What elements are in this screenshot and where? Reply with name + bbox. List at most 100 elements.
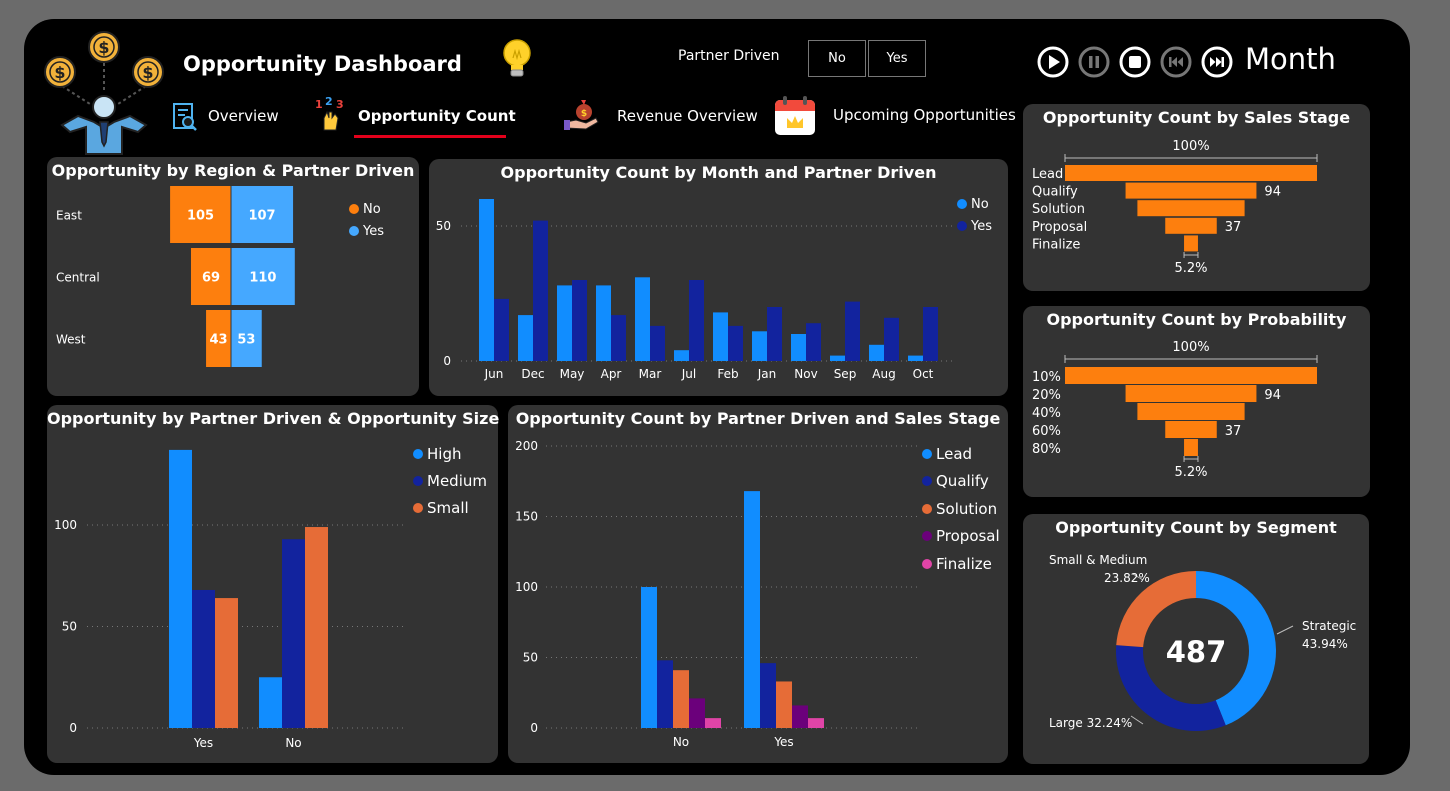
legend-proposal[interactable]: Proposal bbox=[936, 527, 1000, 545]
legend-no[interactable]: No bbox=[363, 202, 381, 217]
y-tick-label: 0 bbox=[530, 721, 538, 735]
data-label: 53 bbox=[237, 333, 255, 348]
funnel-value-label: 37 bbox=[1225, 424, 1242, 439]
play-icon[interactable] bbox=[1037, 46, 1069, 78]
segment-value: 43.94% bbox=[1302, 637, 1348, 651]
bar-no-jan bbox=[752, 331, 767, 361]
count-hand-icon: 1 2 3 bbox=[315, 96, 344, 131]
funnel-bottom-percent: 5.2% bbox=[1174, 261, 1207, 276]
x-tick-label: Aug bbox=[872, 367, 895, 381]
x-tick-label: Mar bbox=[639, 367, 662, 381]
bar-yes-may bbox=[572, 280, 587, 361]
y-tick-label: 100 bbox=[515, 580, 538, 594]
svg-text:$: $ bbox=[581, 109, 587, 119]
funnel-bar-1 bbox=[1125, 385, 1257, 402]
funnel-stage-label: 20% bbox=[1032, 388, 1061, 403]
y-tick-label: 0 bbox=[443, 354, 451, 368]
slicer-option-no[interactable]: No bbox=[808, 40, 866, 77]
legend-high[interactable]: High bbox=[427, 445, 461, 463]
svg-text:$: $ bbox=[98, 38, 109, 57]
stop-icon[interactable] bbox=[1119, 46, 1151, 78]
bar-medium-yes bbox=[192, 589, 215, 728]
bar-yes-jun bbox=[494, 298, 509, 361]
sales-stage-funnel: 100% Lead Qualify 94 Solution Proposal 37 Final… bbox=[1032, 139, 1318, 276]
nav-revenue-overview[interactable]: Revenue Overview bbox=[617, 107, 758, 125]
legend-yes[interactable]: Yes bbox=[971, 219, 992, 234]
region-partner-panel: Opportunity by Region & Partner Driven 1… bbox=[47, 157, 419, 396]
next-icon[interactable] bbox=[1201, 46, 1233, 78]
previous-icon[interactable] bbox=[1160, 46, 1192, 78]
y-tick-label: 200 bbox=[515, 439, 538, 453]
region-label: West bbox=[56, 333, 86, 347]
legend-small[interactable]: Small bbox=[427, 499, 469, 517]
bar-small-yes bbox=[215, 598, 238, 728]
nav-opportunity-count[interactable]: Opportunity Count bbox=[358, 107, 516, 125]
funnel-stage-label: Finalize bbox=[1032, 237, 1080, 252]
legend-medium[interactable]: Medium bbox=[427, 472, 487, 490]
funnel-bar-3 bbox=[1165, 217, 1217, 234]
money-bag-hand-icon: $ bbox=[564, 100, 599, 130]
bar-proposal-no bbox=[689, 698, 705, 728]
bar-yes-jan bbox=[767, 307, 782, 361]
region-label: East bbox=[56, 209, 82, 223]
probability-funnel-panel: Opportunity Count by Probability 100% 10%… bbox=[1023, 306, 1370, 497]
region-label: Central bbox=[56, 271, 100, 285]
bar-yes-nov bbox=[806, 323, 821, 361]
bar-medium-no bbox=[282, 539, 305, 728]
bar-no-oct bbox=[908, 355, 923, 361]
y-tick-label: 50 bbox=[62, 620, 77, 634]
legend-no[interactable]: No bbox=[971, 197, 989, 212]
funnel-bar-3 bbox=[1165, 421, 1217, 438]
funnel-value-label: 94 bbox=[1264, 185, 1281, 200]
legend-solution[interactable]: Solution bbox=[936, 500, 997, 518]
bar-no-apr bbox=[596, 285, 611, 361]
svg-text:1: 1 bbox=[315, 98, 323, 111]
bar-finalize-yes bbox=[808, 718, 824, 728]
funnel-bar-1 bbox=[1125, 182, 1257, 199]
bar-high-yes bbox=[169, 449, 192, 728]
dashboard-title: Opportunity Dashboard bbox=[183, 52, 462, 76]
month-partner-panel: Opportunity Count by Month and Partner D… bbox=[429, 159, 1008, 396]
bar-no-mar bbox=[635, 277, 650, 361]
data-label: 110 bbox=[249, 271, 276, 286]
bar-no-dec bbox=[518, 315, 533, 361]
nav-upcoming-opportunities[interactable]: Upcoming Opportunities bbox=[833, 106, 1016, 124]
size-legend: High Medium Small bbox=[413, 440, 487, 521]
legend-finalize[interactable]: Finalize bbox=[936, 555, 992, 573]
bar-no-sep bbox=[830, 355, 845, 361]
x-tick-label: Jul bbox=[681, 367, 696, 381]
y-tick-label: 100 bbox=[54, 518, 77, 532]
bar-high-no bbox=[259, 677, 282, 728]
y-tick-label: 0 bbox=[69, 721, 77, 735]
stage-partner-panel: Opportunity Count by Partner Driven and … bbox=[508, 405, 1008, 763]
donut-total: 487 bbox=[1166, 635, 1227, 669]
calendar-crown-icon bbox=[775, 96, 815, 135]
bar-no-jun bbox=[479, 199, 494, 361]
y-tick-label: 50 bbox=[523, 651, 538, 665]
funnel-stage-label: 10% bbox=[1032, 370, 1061, 385]
slicer-option-yes[interactable]: Yes bbox=[868, 40, 926, 77]
segment-label: Strategic bbox=[1302, 619, 1356, 633]
bar-no-nov bbox=[791, 334, 806, 361]
legend-yes[interactable]: Yes bbox=[363, 224, 384, 239]
funnel-stage-label: Lead bbox=[1032, 167, 1063, 182]
bar-yes-mar bbox=[650, 325, 665, 361]
funnel-stage-label: 80% bbox=[1032, 442, 1061, 457]
funnel-stage-label: Qualify bbox=[1032, 185, 1078, 200]
month-legend: No Yes bbox=[957, 193, 992, 237]
data-label: 105 bbox=[187, 209, 214, 224]
nav-overview[interactable]: Overview bbox=[208, 107, 279, 125]
report-icon bbox=[173, 103, 197, 131]
bar-no-jul bbox=[674, 350, 689, 361]
active-tab-underline bbox=[354, 135, 506, 138]
bar-lead-no bbox=[641, 587, 657, 728]
legend-qualify[interactable]: Qualify bbox=[936, 472, 989, 490]
legend-lead[interactable]: Lead bbox=[936, 445, 972, 463]
funnel-value-label: 37 bbox=[1225, 220, 1242, 235]
segment-label: Small & Medium bbox=[1049, 553, 1147, 567]
pause-icon[interactable] bbox=[1078, 46, 1110, 78]
bar-yes-aug bbox=[884, 317, 899, 361]
x-tick-label: No bbox=[285, 736, 301, 750]
funnel-stage-label: Proposal bbox=[1032, 220, 1087, 235]
x-tick-label: Oct bbox=[913, 367, 934, 381]
